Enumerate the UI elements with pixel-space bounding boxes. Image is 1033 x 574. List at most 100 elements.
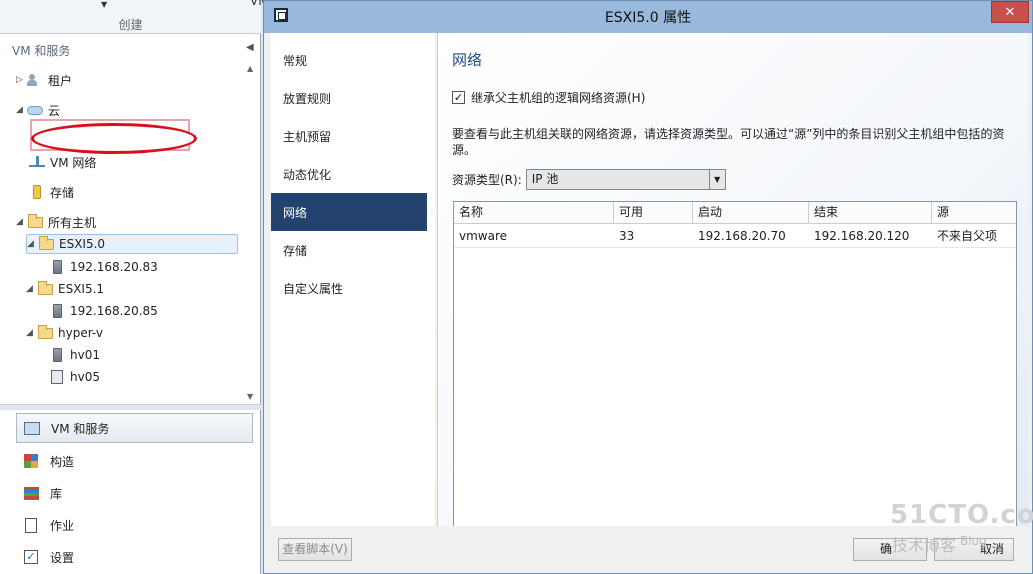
tree-item-label: VM 网络 — [50, 155, 97, 170]
scroll-up-icon[interactable]: ▲ — [247, 64, 253, 73]
close-button[interactable]: ✕ — [991, 1, 1029, 23]
folder-icon — [36, 324, 54, 341]
folder-icon — [26, 213, 44, 230]
nav-item-general[interactable]: 常规 — [271, 41, 435, 79]
tree-item-label: hyper-v — [58, 326, 103, 340]
collapse-icon[interactable]: ◢ — [27, 239, 37, 249]
resource-type-field: 资源类型(R): IP 池 ▼ — [452, 169, 726, 190]
watermark-site: 51CTO.com — [890, 500, 1033, 530]
nav-item-placement-rules[interactable]: 放置规则 — [271, 79, 435, 117]
workspace-label: 库 — [50, 486, 63, 501]
cell-start: 192.168.20.70 — [698, 229, 786, 243]
tree-item-host[interactable]: 192.168.20.83 — [48, 257, 158, 277]
network-icon — [28, 154, 46, 170]
tree-item-storage[interactable]: 存储 — [28, 182, 74, 202]
ribbon-dropdown-icon[interactable]: ▼ — [101, 0, 107, 9]
resource-type-select[interactable]: IP 池 ▼ — [525, 169, 726, 190]
navigation-tree: ▷ 租户 ◢ 云 VM 网络 存储 ◢ 所有主机 ◢ ESXI5.0 192.1… — [0, 66, 246, 404]
column-header-end[interactable]: 结束 — [809, 202, 932, 224]
nav-item-network[interactable]: 网络 — [271, 193, 436, 231]
server-icon — [48, 347, 66, 363]
inherit-network-checkbox[interactable]: ✓ 继承父主机组的逻辑网络资源(H) — [452, 89, 645, 106]
collapse-icon[interactable]: ◢ — [16, 217, 26, 227]
resource-type-value: IP 池 — [531, 172, 559, 186]
site-watermark: 51CTO.com 技术博客 Blog — [890, 500, 1033, 560]
tree-item-esxi50[interactable]: ◢ ESXI5.0 — [26, 234, 238, 254]
tree-item-hv01[interactable]: hv01 — [48, 345, 100, 365]
vm-services-icon — [23, 420, 41, 436]
tree-item-label: 所有主机 — [48, 215, 97, 230]
column-header-start[interactable]: 启动 — [693, 202, 809, 224]
description-text: 要查看与此主机组关联的网络资源，请选择资源类型。可以通过“源”列中的条目识别父主… — [452, 127, 1005, 157]
server-icon — [48, 259, 66, 275]
tree-item-label: ESXI5.0 — [59, 237, 106, 251]
collapse-icon[interactable]: ◢ — [16, 105, 26, 115]
page-title: 网络 — [452, 51, 483, 69]
expand-icon[interactable]: ▷ — [16, 75, 26, 85]
workspace-vm-services[interactable]: VM 和服务 — [16, 413, 253, 443]
checkbox-box[interactable]: ✓ — [452, 91, 465, 104]
fabric-icon — [22, 453, 40, 469]
tenant-icon — [26, 72, 44, 88]
tree-item-esxi51[interactable]: ◢ ESXI5.1 — [26, 279, 104, 299]
network-resources-grid: 名称 可用 启动 结束 源 vmware 33 192.168.20.70 19… — [453, 201, 1017, 528]
grid-header: 名称 可用 启动 结束 源 — [454, 202, 1016, 224]
host-cluster-icon — [48, 369, 66, 385]
tree-item-vm-network[interactable]: VM 网络 — [28, 152, 96, 172]
collapse-icon[interactable]: ◢ — [26, 284, 36, 294]
properties-dialog: ESXI5.0 属性 ✕ 常规 放置规则 主机预留 动态优化 网络 存储 自定义… — [263, 0, 1033, 574]
jobs-icon — [22, 517, 40, 533]
nav-item-host-reserves[interactable]: 主机预留 — [271, 117, 435, 155]
tree-item-label: 192.168.20.83 — [70, 260, 158, 274]
tree-item-label: ESXI5.1 — [58, 282, 105, 296]
tree-item-hyperv[interactable]: ◢ hyper-v — [26, 323, 103, 343]
checkbox-label: 继承父主机组的逻辑网络资源(H) — [471, 91, 646, 105]
table-row[interactable]: vmware 33 192.168.20.70 192.168.20.120 不… — [454, 225, 1016, 248]
workspace-label: 构造 — [50, 454, 75, 469]
settings-icon: ✓ — [22, 549, 40, 565]
nav-item-dynamic-optimization[interactable]: 动态优化 — [271, 155, 435, 193]
resource-type-label: 资源类型(R): — [452, 173, 522, 187]
view-script-button[interactable]: 查看脚本(V) — [278, 538, 352, 561]
tree-item-label: 租户 — [48, 73, 73, 88]
nav-pane-title: VM 和服务 — [12, 44, 71, 58]
network-page: 网络 ✓ 继承父主机组的逻辑网络资源(H) 要查看与此主机组关联的网络资源，请选… — [437, 33, 1028, 528]
workspace-label: 设置 — [50, 550, 75, 565]
workspace-divider[interactable] — [0, 404, 261, 410]
tree-scrollbar[interactable]: ▲ ▼ — [244, 62, 258, 404]
tree-item-label: hv01 — [70, 348, 100, 362]
column-header-name[interactable]: 名称 — [454, 202, 614, 224]
folder-icon — [37, 235, 55, 252]
nav-item-custom-properties[interactable]: 自定义属性 — [271, 269, 435, 307]
column-header-available[interactable]: 可用 — [614, 202, 693, 224]
ribbon-group-label: 创建 — [118, 18, 143, 32]
workspace-library[interactable]: 库 — [16, 478, 253, 508]
tree-item-all-hosts[interactable]: ◢ 所有主机 — [16, 212, 96, 232]
workspace-jobs[interactable]: 作业 — [16, 510, 253, 540]
collapse-icon[interactable]: ◢ — [26, 328, 36, 338]
workspace-fabric[interactable]: 构造 — [16, 446, 253, 476]
folder-icon — [36, 280, 54, 297]
cell-source: 不来自父项 — [937, 229, 998, 243]
collapse-pane-icon[interactable]: ◀ — [246, 42, 254, 53]
library-icon — [22, 485, 40, 501]
cell-name: vmware — [459, 229, 508, 243]
tree-item-label: hv05 — [70, 370, 100, 384]
chevron-down-icon[interactable]: ▼ — [708, 170, 725, 189]
tree-item-host[interactable]: 192.168.20.85 — [48, 301, 158, 321]
watermark-sub: 技术博客 — [892, 536, 957, 555]
dialog-nav: 常规 放置规则 主机预留 动态优化 网络 存储 自定义属性 — [271, 33, 436, 526]
tree-item-tenant[interactable]: ▷ 租户 — [16, 70, 72, 90]
redaction-mark — [30, 119, 197, 154]
nav-item-storage[interactable]: 存储 — [271, 231, 435, 269]
storage-icon — [28, 184, 46, 200]
workspace-label: VM 和服务 — [51, 421, 110, 436]
workspace-settings[interactable]: ✓ 设置 — [16, 542, 253, 572]
cell-end: 192.168.20.120 — [814, 229, 910, 243]
dialog-titlebar[interactable]: ESXI5.0 属性 ✕ — [264, 1, 1032, 33]
tree-item-cloud[interactable]: ◢ 云 — [16, 100, 60, 120]
column-header-source[interactable]: 源 — [932, 202, 1016, 224]
nav-pane-header: VM 和服务 ◀ — [0, 40, 261, 62]
tree-item-hv05[interactable]: hv05 — [48, 367, 100, 387]
scroll-down-icon[interactable]: ▼ — [247, 392, 253, 401]
